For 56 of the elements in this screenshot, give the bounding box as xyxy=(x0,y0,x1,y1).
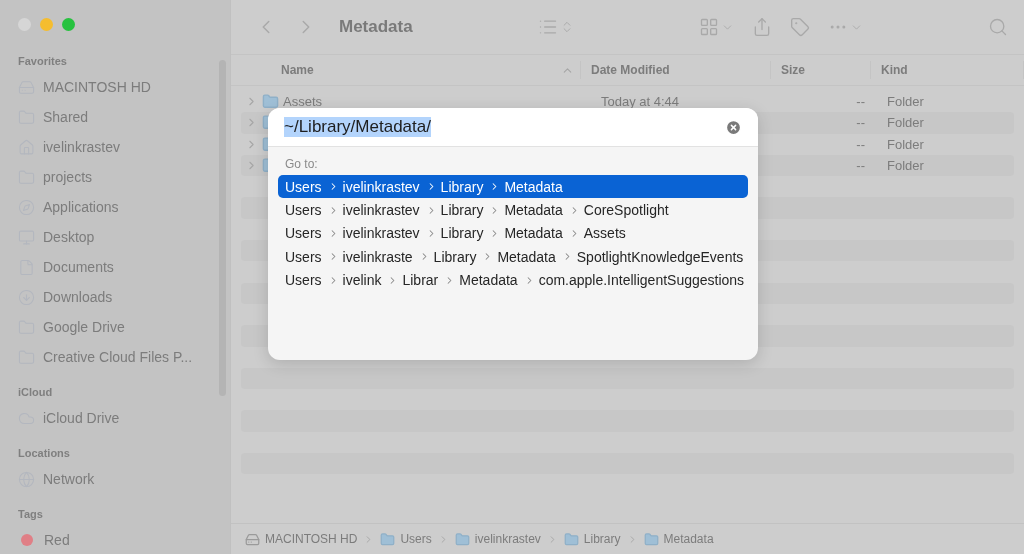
kind-cell-text: Folder xyxy=(886,136,925,152)
sidebar-item[interactable]: projects xyxy=(43,169,93,185)
size-cell-text: -- xyxy=(855,115,866,131)
path-suggestion[interactable]: Users ivelinkraste Library Metadata SpotlightKnowledgeEvents xyxy=(278,245,748,269)
path-item[interactable]: MACINTOSH HD xyxy=(265,532,358,546)
sidebar-heading: Favorites xyxy=(18,55,68,67)
drive-icon xyxy=(245,531,260,547)
sidebar-item[interactable]: Desktop xyxy=(43,229,95,245)
folder-icon xyxy=(262,93,279,111)
sidebar-item[interactable]: Network xyxy=(43,471,95,487)
kind-cell-text: Folder xyxy=(886,158,925,174)
path-item[interactable]: Users xyxy=(400,532,432,546)
sidebar-item[interactable]: Shared xyxy=(43,109,89,125)
minimize-button[interactable] xyxy=(40,18,53,31)
go-to-label: Go to: xyxy=(285,157,319,171)
folder-icon xyxy=(563,531,579,547)
size-cell-text: -- xyxy=(855,136,866,152)
tag-icon[interactable] xyxy=(789,17,810,37)
folder-icon xyxy=(454,531,470,547)
column-header[interactable]: Name xyxy=(281,63,314,77)
folder-icon xyxy=(643,531,659,547)
sidebar-item[interactable]: Google Drive xyxy=(43,319,125,335)
path-item[interactable]: ivelinkrastev xyxy=(474,532,541,546)
column-header[interactable]: Date Modified xyxy=(591,63,670,77)
sidebar-item[interactable]: Red xyxy=(44,532,70,548)
path-input[interactable]: ~/Library/Metadata/ xyxy=(284,117,431,137)
path-suggestion[interactable]: Users ivelinkrastev Library Metadata Assets xyxy=(278,221,748,246)
sidebar-heading: Locations xyxy=(18,447,71,459)
path-item[interactable]: Metadata xyxy=(663,532,714,546)
window-title: Metadata xyxy=(339,17,413,37)
sidebar-item[interactable]: Creative Cloud Files P... xyxy=(43,349,193,365)
sidebar-heading: Tags xyxy=(18,508,44,520)
clear-icon[interactable] xyxy=(725,118,742,136)
sidebar-item[interactable]: Documents xyxy=(43,259,114,275)
sidebar-item[interactable]: Applications xyxy=(43,199,119,215)
sidebar-item[interactable]: MACINTOSH HD xyxy=(43,79,151,95)
size-cell-text: -- xyxy=(855,94,866,110)
kind-cell-text: Folder xyxy=(886,94,925,110)
sidebar-item[interactable]: ivelinkrastev xyxy=(43,139,121,155)
sidebar-heading: iCloud xyxy=(18,386,54,398)
column-header[interactable]: Kind xyxy=(881,63,908,77)
sidebar-item[interactable]: Downloads xyxy=(43,289,113,305)
path-suggestion[interactable]: Users ivelinkrastev Library Metadata xyxy=(278,175,748,199)
folder-icon xyxy=(380,531,396,547)
search-icon[interactable] xyxy=(988,17,1008,37)
date-cell: Today at 4:44 xyxy=(601,94,680,110)
path-suggestion[interactable]: Users ivelink Librar Metadata com.apple.IntelligentSuggestions xyxy=(278,268,748,292)
sidebar-item[interactable]: iCloud Drive xyxy=(43,410,120,426)
kind-cell-text: Folder xyxy=(886,115,925,131)
size-cell-text: -- xyxy=(855,158,866,174)
grid-icon[interactable] xyxy=(698,17,719,37)
column-header[interactable]: Size xyxy=(781,63,805,77)
path-item[interactable]: Library xyxy=(583,532,621,546)
zoom-button[interactable] xyxy=(62,18,75,31)
file-name: Assets xyxy=(283,94,322,110)
path-suggestion[interactable]: Users ivelinkrastev Library Metadata CoreSpotlight xyxy=(278,198,748,222)
